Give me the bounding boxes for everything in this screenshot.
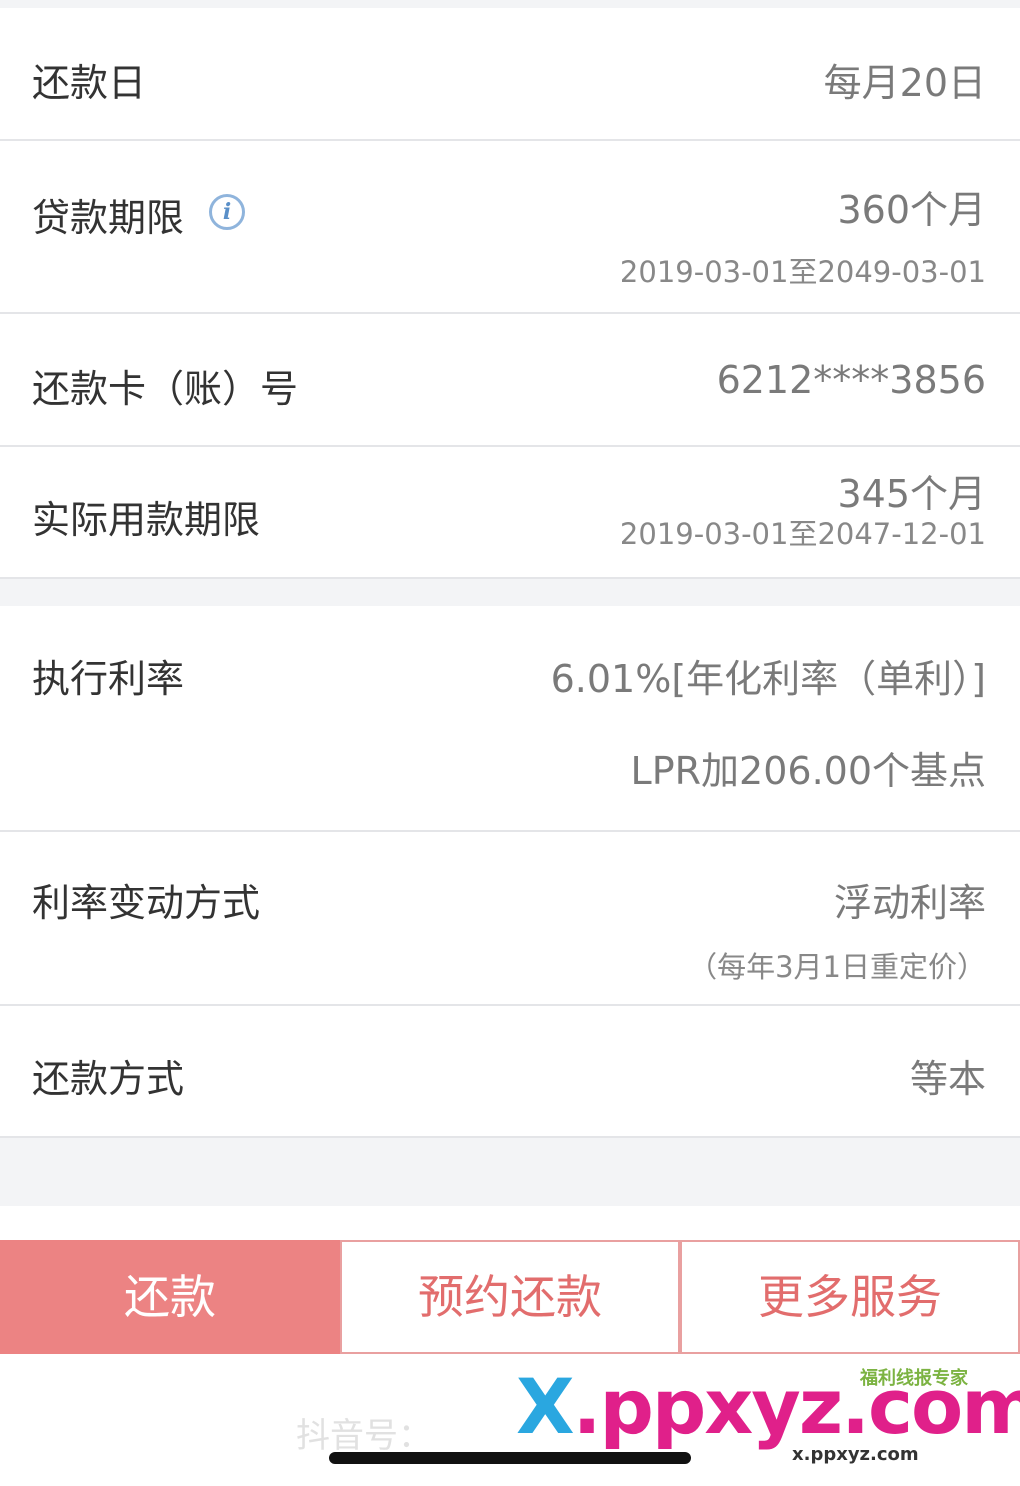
more-services-button[interactable]: 更多服务 [680,1240,1020,1354]
home-indicator[interactable] [329,1452,691,1464]
rate-change-value: 浮动利率 [833,881,986,925]
actual-term-value: 345个月 [837,472,986,516]
exec-rate-value: 6.01%[年化利率（单利）] [550,657,986,701]
info-icon[interactable]: i [209,194,245,230]
repay-card-label: 还款卡（账）号 [32,367,299,411]
logo-domain: .ppxyz.com [572,1362,1020,1451]
repay-day-label: 还款日 [32,61,147,105]
schedule-repay-button[interactable]: 预约还款 [340,1240,680,1354]
loan-term-range: 2019-03-01至2049-03-01 [619,255,986,289]
logo-wordmark: X.ppxyz.com [516,1362,1020,1452]
row-loan-term: 贷款期限 i 360个月 2019-03-01至2049-03-01 [0,141,1020,314]
exec-rate-label: 执行利率 [32,657,185,701]
row-actual-term: 实际用款期限 345个月 2019-03-01至2047-12-01 [0,447,1020,579]
row-repay-card: 还款卡（账）号 6212****3856 [0,314,1020,447]
top-divider [0,0,1020,8]
loan-detail-page: 还款日 每月20日 贷款期限 i 360个月 2019-03-01至2049-0… [0,0,1020,1486]
row-repay-method: 还款方式 等本 [0,1006,1020,1138]
repay-card-value: 6212****3856 [716,358,986,402]
rate-change-label: 利率变动方式 [32,881,261,925]
repay-method-label: 还款方式 [32,1057,185,1101]
logo-url: x.ppxyz.com [792,1444,919,1465]
row-repay-day: 还款日 每月20日 [0,8,1020,141]
row-rate-change: 利率变动方式 浮动利率 （每年3月1日重定价） [0,832,1020,1006]
actual-term-range: 2019-03-01至2047-12-01 [619,517,986,551]
loan-term-value: 360个月 [837,188,986,232]
logo-x: X [516,1362,575,1451]
tiktok-watermark: 抖音号： [296,1416,432,1456]
exec-rate-lpr: LPR加206.00个基点 [630,749,986,793]
repay-method-value: 等本 [909,1057,986,1101]
repay-button[interactable]: 还款 [0,1240,340,1354]
actual-term-label: 实际用款期限 [32,498,261,542]
loan-term-label: 贷款期限 [32,196,185,240]
repay-day-value: 每月20日 [823,61,986,105]
rate-change-note: （每年3月1日重定价） [688,950,986,984]
row-exec-rate: 执行利率 6.01%[年化利率（单利）] LPR加206.00个基点 [0,606,1020,832]
